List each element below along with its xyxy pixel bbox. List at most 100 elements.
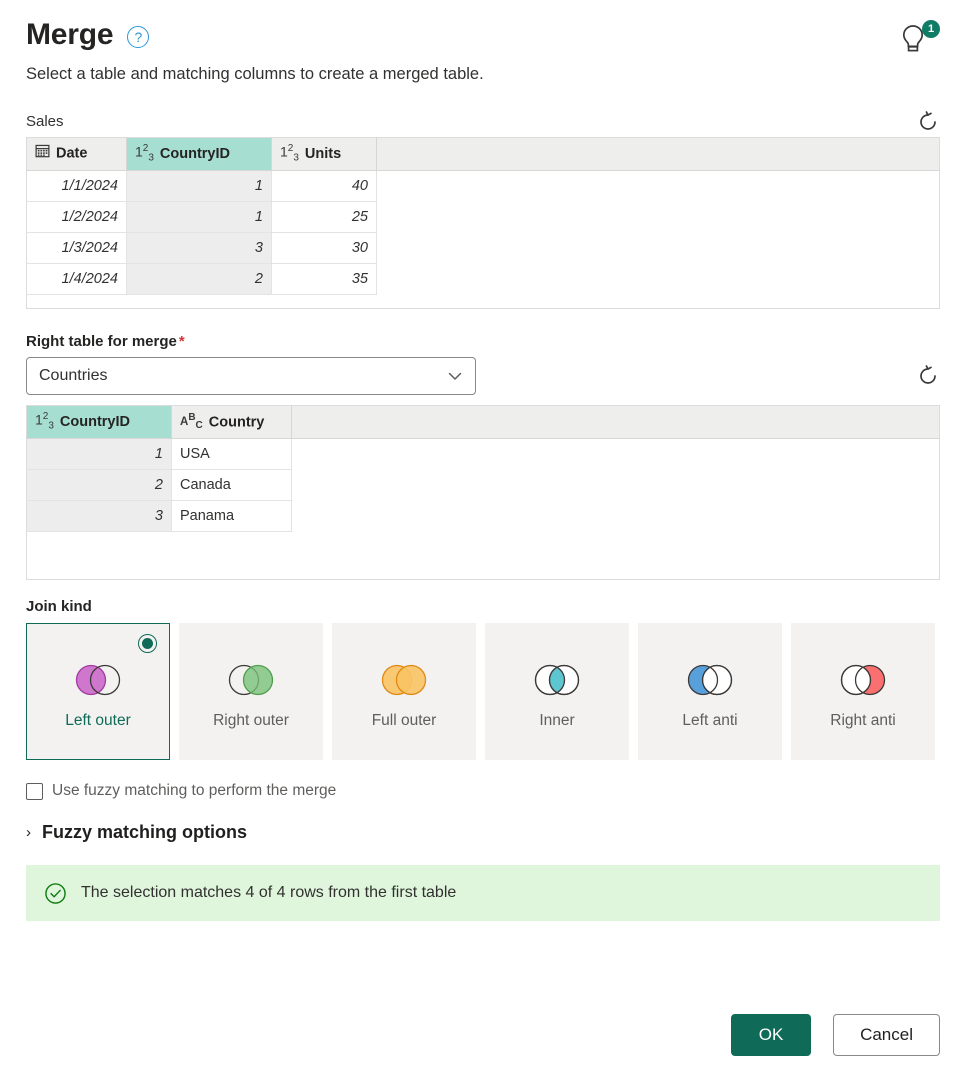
empty-cell xyxy=(377,294,940,308)
table-empty-space xyxy=(27,532,940,580)
fuzzy-matching-checkbox[interactable] xyxy=(26,783,43,800)
join-option-right-anti[interactable]: Right anti xyxy=(791,623,935,760)
cell-units: 25 xyxy=(272,201,377,232)
chevron-down-icon xyxy=(445,366,465,386)
cell-units: 30 xyxy=(272,232,377,263)
dialog-subtitle: Select a table and matching columns to c… xyxy=(26,65,940,84)
column-name: Country xyxy=(209,414,265,430)
chevron-right-icon: › xyxy=(26,825,31,840)
number-type-icon: 123 xyxy=(35,411,54,431)
table-row[interactable]: 1/4/2024 2 35 xyxy=(27,263,940,294)
table-row[interactable]: 1 USA xyxy=(27,439,940,470)
cell-countryid: 1 xyxy=(127,170,272,201)
status-banner: The selection matches 4 of 4 rows from t… xyxy=(26,865,940,921)
column-name: CountryID xyxy=(160,146,230,162)
fuzzy-matching-checkbox-label: Use fuzzy matching to perform the merge xyxy=(52,782,336,800)
tips-count-badge: 1 xyxy=(922,20,940,38)
table-row[interactable]: 1/2/2024 1 25 xyxy=(27,201,940,232)
join-option-label: Inner xyxy=(539,712,574,731)
empty-cell xyxy=(272,294,377,308)
right-table-block: 123 CountryID ABC Country 1 USA 2 Canada 3… xyxy=(26,405,940,580)
cell-filler xyxy=(292,501,940,532)
cell-countryid: 2 xyxy=(127,263,272,294)
table-header-row: Date 123CountryID 123Units xyxy=(27,137,940,170)
cancel-button[interactable]: Cancel xyxy=(833,1014,940,1056)
join-option-label: Full outer xyxy=(372,712,437,731)
date-type-icon xyxy=(35,143,50,162)
cell-countryid: 2 xyxy=(27,470,172,501)
empty-cell xyxy=(127,294,272,308)
refresh-glyph xyxy=(916,364,940,388)
cell-filler xyxy=(377,263,940,294)
label-text: Right table for merge xyxy=(26,333,177,350)
join-option-left-anti[interactable]: Left anti xyxy=(638,623,782,760)
column-name: Date xyxy=(56,146,87,162)
lightbulb-icon[interactable]: 1 xyxy=(898,20,940,56)
column-header-filler xyxy=(292,405,940,438)
dialog-footer: OK Cancel xyxy=(731,1014,940,1056)
empty-cell xyxy=(172,532,292,580)
column-header-country[interactable]: ABC Country xyxy=(172,405,292,438)
ok-button[interactable]: OK xyxy=(731,1014,811,1056)
fuzzy-matching-options-expander[interactable]: › Fuzzy matching options xyxy=(26,822,940,843)
text-type-icon: ABC xyxy=(180,412,203,431)
left-table-refresh-icon[interactable] xyxy=(913,107,943,137)
table-row[interactable]: 1/1/2024 1 40 xyxy=(27,170,940,201)
cell-date: 1/4/2024 xyxy=(27,263,127,294)
table-empty-space xyxy=(27,294,940,308)
status-banner-message: The selection matches 4 of 4 rows from t… xyxy=(81,884,456,902)
required-marker: * xyxy=(179,333,185,350)
cell-date: 1/1/2024 xyxy=(27,170,127,201)
table-row[interactable]: 2 Canada xyxy=(27,470,940,501)
cell-countryid: 3 xyxy=(27,501,172,532)
right-table-combo-block: Countries xyxy=(26,357,940,395)
column-header-countryid[interactable]: 123 CountryID xyxy=(27,405,172,438)
fuzzy-matching-checkbox-row[interactable]: Use fuzzy matching to perform the merge xyxy=(26,782,940,800)
right-table-grid[interactable]: 123 CountryID ABC Country 1 USA 2 Canada 3… xyxy=(26,405,940,580)
cell-filler xyxy=(377,232,940,263)
cell-date: 1/2/2024 xyxy=(27,201,127,232)
right-table-field-label: Right table for merge* xyxy=(26,333,940,350)
cell-filler xyxy=(377,201,940,232)
help-circle-icon[interactable]: ? xyxy=(127,26,149,48)
cell-country: Panama xyxy=(172,501,292,532)
join-option-inner[interactable]: Inner xyxy=(485,623,629,760)
empty-cell xyxy=(27,532,172,580)
join-option-label: Right anti xyxy=(830,712,895,731)
dropdown-selected-value: Countries xyxy=(39,367,107,385)
right-table-field-block: Right table for merge* Countries xyxy=(26,333,940,395)
column-name: CountryID xyxy=(60,414,130,430)
venn-right-outer-icon xyxy=(220,662,282,698)
join-option-left-outer[interactable]: Left outer xyxy=(26,623,170,760)
venn-left-outer-icon xyxy=(67,662,129,698)
join-option-right-outer[interactable]: Right outer xyxy=(179,623,323,760)
merge-dialog: Merge ? 1 Select a table and matching co… xyxy=(0,0,966,1082)
column-header-date[interactable]: Date xyxy=(27,137,127,170)
cell-countryid: 3 xyxy=(127,232,272,263)
cell-date: 1/3/2024 xyxy=(27,232,127,263)
column-header-units[interactable]: 123Units xyxy=(272,137,377,170)
venn-full-outer-icon xyxy=(373,662,435,698)
page-title: Merge xyxy=(26,18,113,53)
right-table-refresh-icon[interactable] xyxy=(913,361,943,391)
left-table-label: Sales xyxy=(26,113,940,130)
left-table-grid[interactable]: Date 123CountryID 123Units 1/1/2024 1 40… xyxy=(26,137,940,309)
left-table-block: Sales xyxy=(26,113,940,309)
cell-filler xyxy=(292,470,940,501)
cell-country: USA xyxy=(172,439,292,470)
join-option-label: Right outer xyxy=(213,712,289,731)
cell-countryid: 1 xyxy=(27,439,172,470)
table-row[interactable]: 3 Panama xyxy=(27,501,940,532)
right-table-dropdown[interactable]: Countries xyxy=(26,357,476,395)
table-row[interactable]: 1/3/2024 3 30 xyxy=(27,232,940,263)
join-option-label: Left anti xyxy=(682,712,737,731)
cell-filler xyxy=(377,170,940,201)
cell-units: 35 xyxy=(272,263,377,294)
dialog-header: Merge ? xyxy=(26,18,940,53)
cell-filler xyxy=(292,439,940,470)
refresh-glyph xyxy=(916,110,940,134)
join-option-full-outer[interactable]: Full outer xyxy=(332,623,476,760)
empty-cell xyxy=(292,532,940,580)
column-header-countryid[interactable]: 123CountryID xyxy=(127,137,272,170)
cell-country: Canada xyxy=(172,470,292,501)
